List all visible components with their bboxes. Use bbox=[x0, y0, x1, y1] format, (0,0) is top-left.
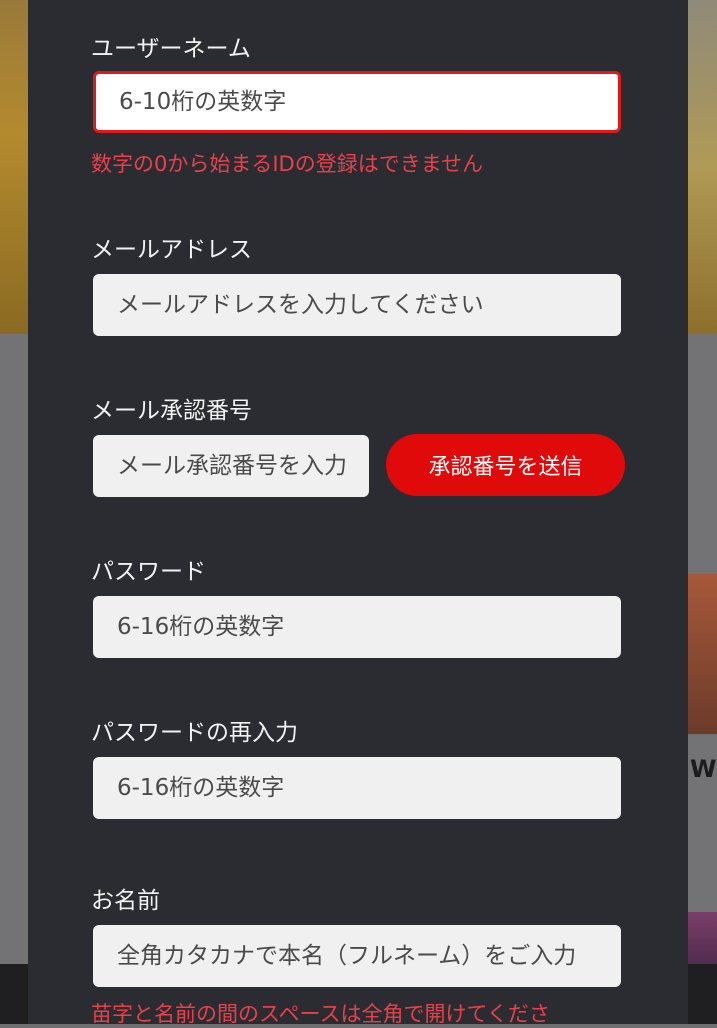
background-partial-text: W bbox=[690, 755, 717, 783]
background-thumbnail-2 bbox=[688, 912, 717, 972]
name-label: お名前 bbox=[91, 888, 160, 914]
username-label: ユーザーネーム bbox=[91, 36, 251, 62]
verification-label: メール承認番号 bbox=[91, 398, 252, 424]
username-input[interactable] bbox=[93, 71, 621, 133]
registration-modal: ユーザーネーム 数字の0から始まるIDの登録はできません メールアドレス メール… bbox=[28, 0, 688, 1026]
email-input[interactable] bbox=[93, 274, 621, 336]
password-confirm-input[interactable] bbox=[93, 757, 621, 819]
password-confirm-label: パスワードの再入力 bbox=[91, 720, 298, 746]
background-banner-left bbox=[0, 0, 28, 334]
email-label: メールアドレス bbox=[91, 237, 252, 263]
full-name-input[interactable] bbox=[93, 925, 621, 987]
verification-code-input[interactable] bbox=[93, 435, 369, 497]
password-label: パスワード bbox=[91, 559, 206, 585]
username-error-message: 数字の0から始まるIDの登録はできません bbox=[91, 152, 484, 176]
background-thumbnail bbox=[688, 574, 717, 734]
background-banner-right bbox=[688, 0, 717, 334]
password-input[interactable] bbox=[93, 596, 621, 658]
send-verification-button[interactable]: 承認番号を送信 bbox=[386, 434, 625, 496]
